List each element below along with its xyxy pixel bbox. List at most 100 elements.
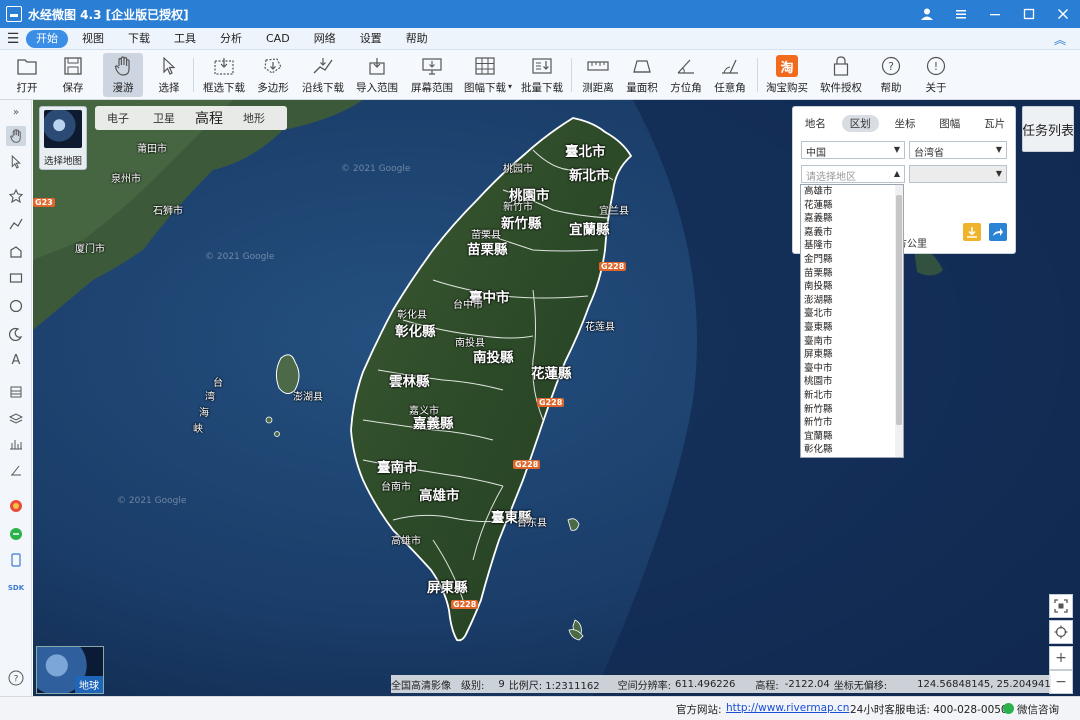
sector-icon[interactable]: [6, 324, 26, 344]
tab-terrain[interactable]: 地形: [231, 110, 277, 126]
full-extent-button[interactable]: [1049, 594, 1073, 618]
tab-coordinate[interactable]: 坐标: [886, 115, 923, 132]
tab-sheet[interactable]: 图幅: [931, 115, 968, 132]
select-button[interactable]: 选择: [152, 53, 186, 97]
dropdown-option[interactable]: 南投縣: [801, 280, 903, 294]
tab-satellite[interactable]: 卫星: [141, 110, 187, 126]
dropdown-option[interactable]: 新竹市: [801, 416, 903, 430]
close-button[interactable]: [1046, 0, 1080, 28]
help-button[interactable]: ? 帮助: [875, 53, 907, 97]
hamburger-icon[interactable]: ☰: [0, 31, 26, 47]
tab-tile[interactable]: 瓦片: [976, 115, 1013, 132]
tab-elevation[interactable]: 高程: [187, 108, 231, 128]
rect-download-button[interactable]: 框选下载: [202, 53, 246, 97]
minimize-button[interactable]: [978, 0, 1012, 28]
tab-place-name[interactable]: 地名: [797, 115, 834, 132]
measure-distance-button[interactable]: 测距离: [580, 53, 616, 97]
collapse-ribbon-icon[interactable]: ︽: [1054, 31, 1066, 48]
dropdown-option[interactable]: 彰化縣: [801, 443, 903, 457]
dropdown-option[interactable]: 嘉義縣: [801, 212, 903, 226]
layers-icon[interactable]: [6, 382, 26, 402]
sheet-download-dropdown-icon[interactable]: ▾: [508, 82, 512, 91]
text-icon[interactable]: A: [6, 350, 26, 370]
azimuth-button[interactable]: 方位角: [668, 53, 704, 97]
dropdown-option[interactable]: 屏東縣: [801, 348, 903, 362]
open-button[interactable]: 打开: [10, 53, 44, 97]
stack-icon[interactable]: [6, 408, 26, 428]
phone-icon[interactable]: [6, 550, 26, 570]
license-button[interactable]: 软件授权: [819, 53, 863, 97]
globe-view-button[interactable]: 地球: [36, 646, 104, 694]
dropdown-option[interactable]: 花蓮縣: [801, 199, 903, 213]
taobao-button[interactable]: 淘 淘宝购买: [765, 53, 809, 97]
save-button[interactable]: 保存: [56, 53, 90, 97]
polyline-icon[interactable]: [6, 214, 26, 234]
screen-range-button[interactable]: 屏幕范围: [409, 53, 455, 97]
tab-division[interactable]: 区划: [841, 114, 879, 132]
dropdown-option[interactable]: 臺北市: [801, 307, 903, 321]
sdk-icon[interactable]: SDK: [6, 578, 26, 598]
rectangle-icon[interactable]: [6, 268, 26, 288]
download-button[interactable]: [963, 223, 981, 241]
sub-region-select[interactable]: ▼: [909, 165, 1007, 183]
measure-icon[interactable]: [6, 460, 26, 480]
terrain-icon[interactable]: [6, 434, 26, 454]
plugin-icon[interactable]: [6, 496, 26, 516]
dropdown-scrollbar[interactable]: [895, 185, 903, 457]
polygon-draw-icon[interactable]: [6, 242, 26, 262]
user-icon[interactable]: [910, 0, 944, 28]
website-link[interactable]: http://www.rivermap.cn: [726, 702, 849, 714]
dropdown-option[interactable]: 桃園市: [801, 375, 903, 389]
task-list-button[interactable]: 任务列表: [1022, 106, 1074, 152]
expand-icon[interactable]: »: [6, 102, 26, 122]
map-type-selector[interactable]: 选择地图: [39, 106, 87, 170]
dropdown-option[interactable]: 基隆市: [801, 239, 903, 253]
pointer-icon[interactable]: [6, 152, 26, 172]
map-canvas[interactable]: © 2021 Google © 2021 Google © 2021 Googl…: [33, 100, 1080, 696]
dropdown-option[interactable]: 臺南市: [801, 335, 903, 349]
menu-network[interactable]: 网络: [304, 30, 346, 48]
dropdown-option[interactable]: 嘉義市: [801, 226, 903, 240]
marker-icon[interactable]: [6, 186, 26, 206]
dropdown-option[interactable]: 宜蘭縣: [801, 430, 903, 444]
polygon-button[interactable]: 多边形: [255, 53, 291, 97]
zoom-out-button[interactable]: −: [1049, 670, 1073, 694]
menu-download[interactable]: 下载: [118, 30, 160, 48]
line-download-button[interactable]: 沿线下载: [301, 53, 345, 97]
share-icon[interactable]: [6, 524, 26, 544]
measure-area-button[interactable]: 量面积: [624, 53, 660, 97]
dropdown-option[interactable]: 臺東縣: [801, 321, 903, 335]
dropdown-option[interactable]: 苗栗縣: [801, 267, 903, 281]
menu-icon[interactable]: [944, 0, 978, 28]
menu-analysis[interactable]: 分析: [210, 30, 252, 48]
country-select[interactable]: 中国 ▼: [801, 141, 905, 159]
menu-view[interactable]: 视图: [72, 30, 114, 48]
dropdown-option[interactable]: 新竹縣: [801, 403, 903, 417]
region-select[interactable]: 请选择地区 ▲: [801, 165, 905, 183]
zoom-in-button[interactable]: +: [1049, 646, 1073, 670]
menu-tools[interactable]: 工具: [164, 30, 206, 48]
dropdown-option[interactable]: 高雄市: [801, 185, 903, 199]
pan-button[interactable]: 漫游: [103, 53, 143, 97]
share-button[interactable]: [989, 223, 1007, 241]
hand-icon[interactable]: [6, 126, 26, 146]
dropdown-option[interactable]: 澎湖縣: [801, 294, 903, 308]
locate-button[interactable]: [1049, 620, 1073, 644]
maximize-button[interactable]: [1012, 0, 1046, 28]
import-range-button[interactable]: 导入范围: [355, 53, 399, 97]
dropdown-option[interactable]: 臺中市: [801, 362, 903, 376]
menu-cad[interactable]: CAD: [256, 30, 300, 48]
tab-electronic[interactable]: 电子: [95, 110, 141, 126]
circle-icon[interactable]: [6, 296, 26, 316]
sheet-download-button[interactable]: 图幅下载: [462, 53, 508, 97]
menu-start[interactable]: 开始: [26, 29, 68, 48]
help-circle-icon[interactable]: ?: [6, 668, 26, 688]
menu-settings[interactable]: 设置: [350, 30, 392, 48]
batch-download-button[interactable]: 批量下载: [519, 53, 565, 97]
wechat-consult[interactable]: 微信咨询: [1003, 702, 1059, 717]
scrollbar-thumb[interactable]: [896, 195, 902, 425]
menu-help[interactable]: 帮助: [396, 30, 438, 48]
dropdown-option[interactable]: 金門縣: [801, 253, 903, 267]
any-angle-button[interactable]: 任意角: [712, 53, 748, 97]
about-button[interactable]: ! 关于: [920, 53, 952, 97]
